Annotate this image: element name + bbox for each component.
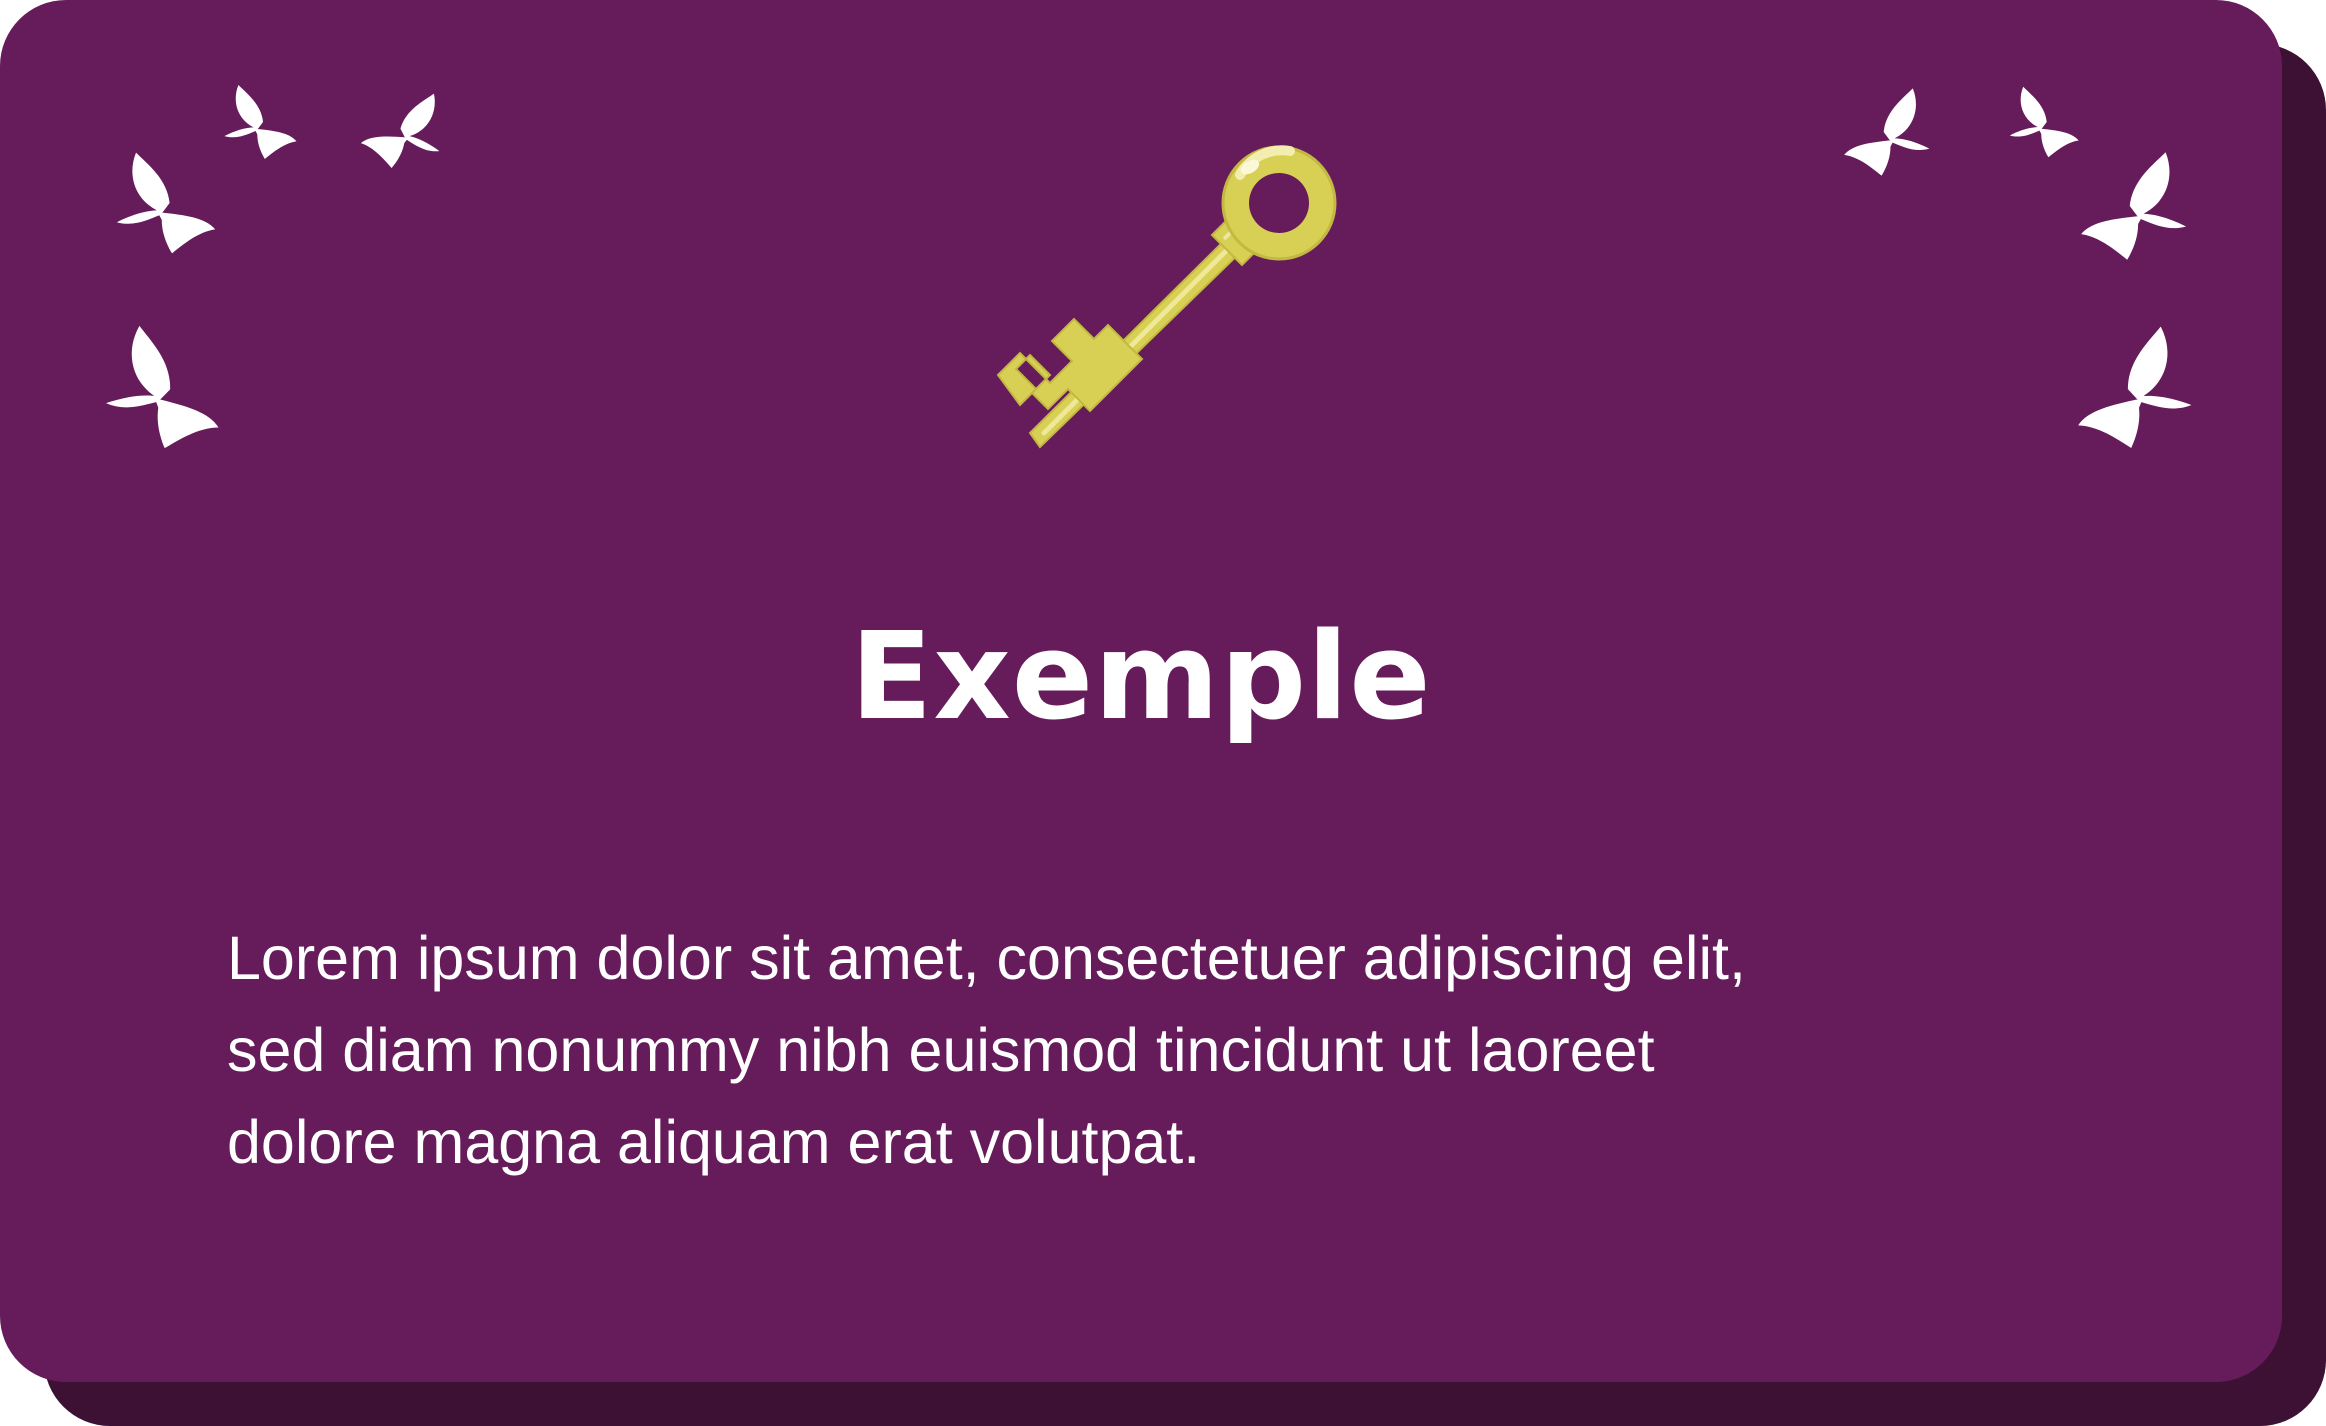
butterfly-icon	[1840, 80, 1944, 184]
body-line: dolore magna aliquam erat volutpat.	[227, 1108, 1201, 1176]
card-body: Lorem ipsum dolor sit amet, consectetuer…	[227, 912, 2127, 1188]
butterfly-icon	[77, 309, 241, 468]
key-icon	[996, 145, 1337, 449]
card: Exemple Lorem ipsum dolor sit amet, cons…	[0, 0, 2282, 1382]
body-line: sed diam nonummy nibh euismod tincidunt …	[227, 1016, 1655, 1084]
card-title: Exemple	[850, 608, 1432, 747]
butterfly-icon	[2057, 311, 2221, 466]
body-line: Lorem ipsum dolor sit amet, consectetuer…	[227, 924, 1746, 992]
butterfly-icon	[2076, 142, 2204, 270]
butterfly-icon	[1998, 80, 2082, 164]
butterfly-icon	[352, 74, 463, 185]
butterfly-icon	[100, 140, 220, 266]
butterfly-icon	[212, 78, 300, 166]
